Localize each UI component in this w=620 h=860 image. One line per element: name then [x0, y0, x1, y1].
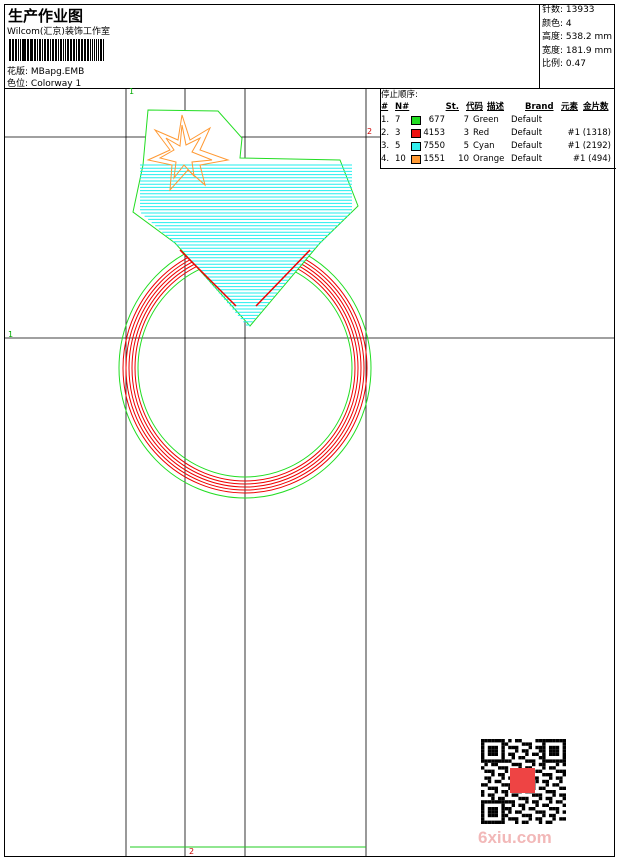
guide-label-v1: 1 [129, 87, 135, 96]
guide-label-v2: 2 [189, 847, 195, 856]
guide-label-h2: 2 [367, 127, 373, 136]
watermark: 6xiu.com [478, 828, 552, 847]
design-canvas [4, 89, 615, 857]
production-worksheet: 生产作业图 Wilcom(汇京)装饰工作室 花版: MBapg.EMB 色位: … [0, 0, 620, 860]
guide-label-h1: 1 [8, 330, 14, 339]
